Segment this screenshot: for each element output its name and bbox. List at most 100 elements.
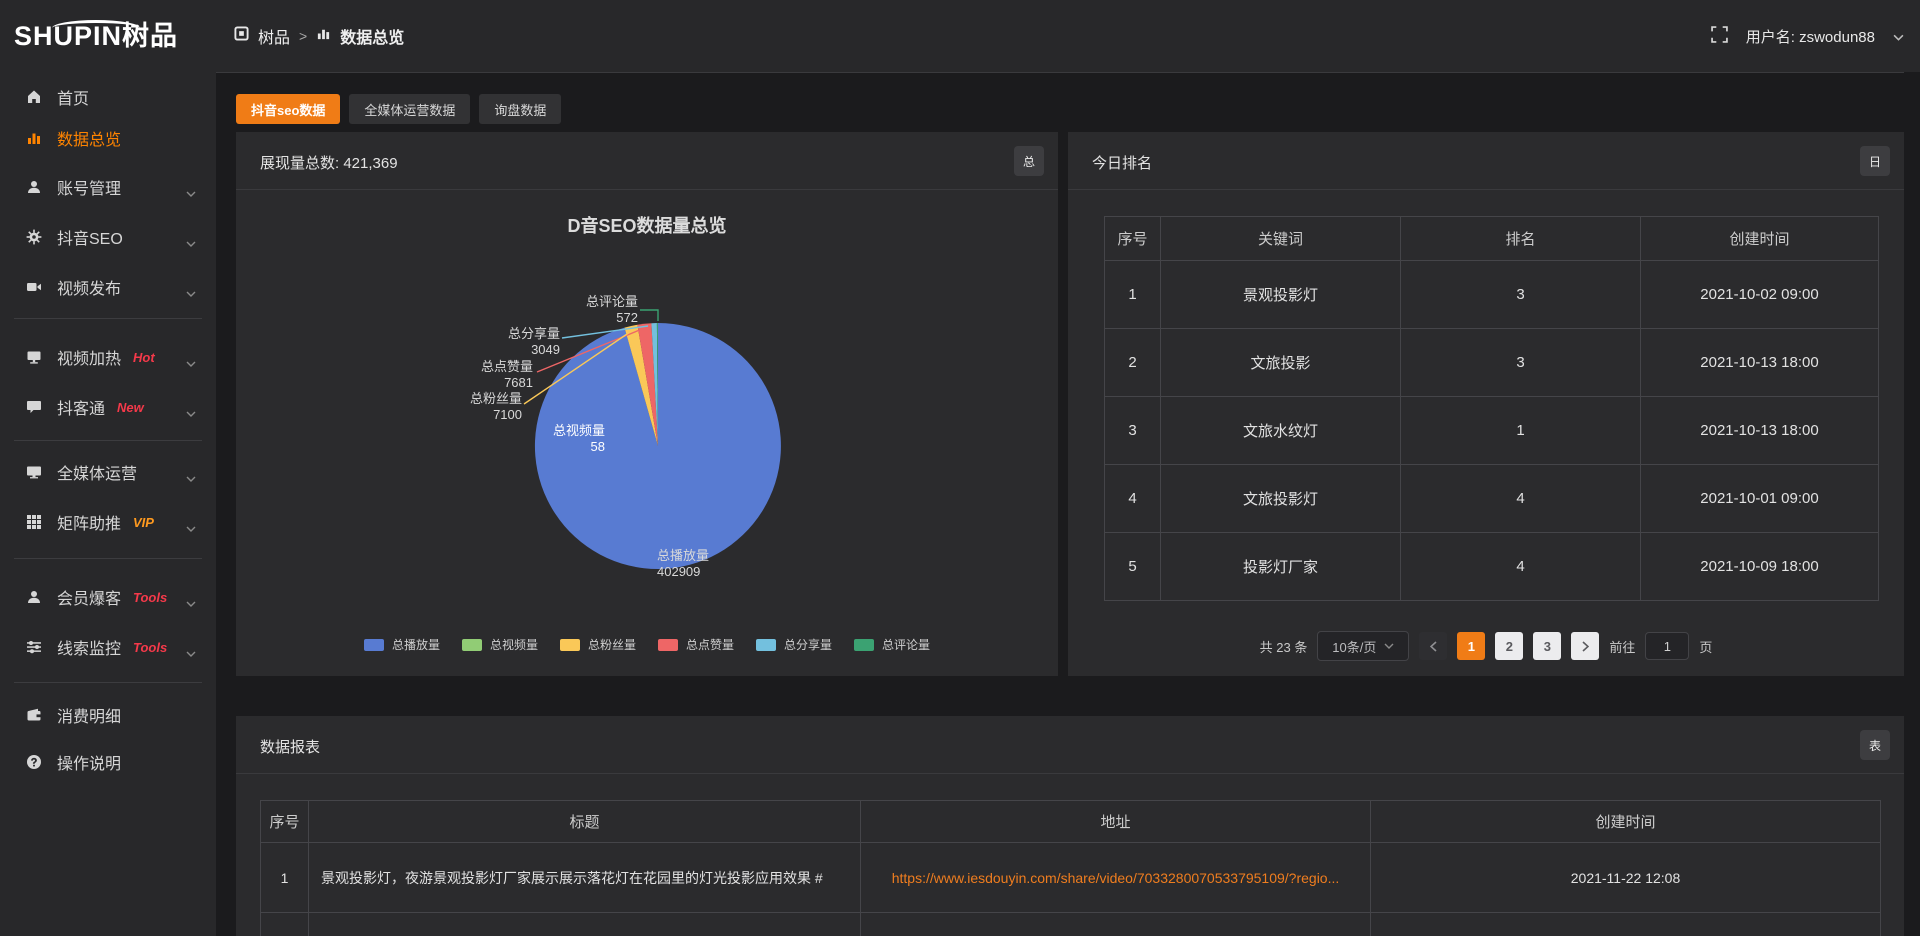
sidebar-item-clue-monitor[interactable]: 线索监控 Tools (0, 630, 216, 664)
grid-icon (26, 514, 42, 530)
table-row: 3 文旅水纹灯 1 2021-10-13 18:00 (1105, 397, 1879, 465)
pie-label-play: 总播放量 402909 (657, 548, 709, 580)
brand-icon (234, 26, 249, 46)
arrow-right-icon (1582, 641, 1589, 652)
header-divider (216, 72, 1904, 73)
chevron-down-icon (186, 644, 196, 662)
pie-label-name: 总播放量 (657, 548, 709, 564)
goto-page-input[interactable] (1645, 632, 1689, 660)
sidebar-item-matrix-boost[interactable]: 矩阵助推 VIP (0, 505, 216, 539)
tab-douyin-seo-data[interactable]: 抖音seo数据 (236, 94, 340, 124)
legend-item-video[interactable]: 总视频量 (462, 636, 538, 653)
username[interactable]: 用户名: zswodun88 (1746, 26, 1875, 47)
rank-table-header-row: 序号 关键词 排名 创建时间 (1105, 217, 1879, 261)
vip-badge: VIP (133, 515, 154, 530)
sidebar-item-help[interactable]: 操作说明 (0, 745, 216, 779)
next-page-button[interactable] (1571, 632, 1599, 660)
sidebar-item-douyin-seo[interactable]: 抖音SEO (0, 220, 216, 254)
bar-chart-icon (26, 130, 42, 146)
sidebar-divider (14, 440, 202, 441)
sidebar-item-label: 抖音SEO (57, 225, 123, 249)
chevron-down-icon (186, 404, 196, 422)
sidebar-item-home[interactable]: 首页 (0, 80, 216, 114)
sidebar-item-douketong[interactable]: 抖客通 New (0, 390, 216, 424)
pie-label-value: 7100 (470, 407, 522, 423)
sidebar-item-label: 线索监控 (57, 635, 121, 659)
legend-label: 总评论量 (882, 636, 930, 653)
cell-rank: 3 (1401, 329, 1641, 397)
goto-unit: 页 (1699, 637, 1712, 656)
chevron-down-icon (186, 469, 196, 487)
member-user-icon (26, 589, 42, 605)
legend-item-comment[interactable]: 总评论量 (854, 636, 930, 653)
table-toggle-button[interactable]: 表 (1860, 730, 1890, 760)
sidebar-item-member[interactable]: 会员爆客 Tools (0, 580, 216, 614)
col-index: 序号 (1105, 217, 1161, 261)
select-chevron-down-icon (1384, 643, 1394, 649)
report-panel-title: 数据报表 (260, 736, 320, 757)
chart-panel-header: 展现量总数: 421,369 总 (236, 132, 1058, 190)
sidebar-item-video-publish[interactable]: 视频发布 (0, 270, 216, 304)
legend-item-play[interactable]: 总播放量 (364, 636, 440, 653)
page-button-1[interactable]: 1 (1457, 632, 1485, 660)
cell-rank: 1 (1401, 397, 1641, 465)
breadcrumb-root[interactable]: 树品 (258, 24, 290, 48)
cell-index: 1 (261, 843, 309, 913)
legend-label: 总点赞量 (686, 636, 734, 653)
sliders-icon (26, 639, 42, 655)
sidebar-item-label: 账号管理 (57, 175, 121, 199)
total-toggle-button[interactable]: 总 (1014, 146, 1044, 176)
pie-label-share: 总分享量 3049 (508, 326, 560, 358)
arrow-left-icon (1430, 641, 1437, 652)
home-icon (26, 89, 42, 105)
prev-page-button[interactable] (1419, 632, 1447, 660)
legend-swatch (364, 639, 384, 651)
col-title: 标题 (309, 801, 861, 843)
legend-item-like[interactable]: 总点赞量 (658, 636, 734, 653)
page-button-2[interactable]: 2 (1495, 632, 1523, 660)
legend-item-fans[interactable]: 总粉丝量 (560, 636, 636, 653)
sidebar-item-data-overview[interactable]: 数据总览 (0, 121, 216, 155)
sidebar-item-account[interactable]: 账号管理 (0, 170, 216, 204)
page-size-select[interactable]: 10条/页 (1317, 631, 1409, 661)
user-icon (26, 179, 42, 195)
report-table: 序号 标题 地址 创建时间 1 景观投影灯，夜游景观投影灯厂家展示展示落花灯在花… (260, 800, 1881, 936)
pie-label-comment: 总评论量 572 (586, 294, 638, 326)
table-row: 5 投影灯厂家 4 2021-10-09 18:00 (1105, 533, 1879, 601)
pie-chart (236, 190, 1058, 676)
sidebar-item-label: 数据总览 (57, 126, 121, 150)
legend-item-share[interactable]: 总分享量 (756, 636, 832, 653)
cell-keyword: 文旅水纹灯 (1161, 397, 1401, 465)
question-icon (26, 754, 42, 770)
cell-rank: 4 (1401, 533, 1641, 601)
sidebar: 首页 数据总览 账号管理 抖音SEO 视频发布 视频加热 Hot (0, 72, 216, 936)
new-badge: New (117, 400, 144, 415)
tools-badge: Tools (133, 590, 167, 605)
day-toggle-button[interactable]: 日 (1860, 146, 1890, 176)
table-row: 1 景观投影灯，夜游景观投影灯厂家展示展示落花灯在花园里的灯光投影应用效果 # … (261, 843, 1881, 913)
sidebar-item-label: 会员爆客 (57, 585, 121, 609)
pie-label-video: 总视频量 58 (553, 423, 605, 455)
page-button-3[interactable]: 3 (1533, 632, 1561, 660)
sidebar-item-video-heat[interactable]: 视频加热 Hot (0, 340, 216, 374)
rank-panel-header: 今日排名 日 (1068, 132, 1904, 190)
sidebar-item-label: 全媒体运营 (57, 460, 137, 484)
chart-legend: 总播放量 总视频量 总粉丝量 总点赞量 总分享量 总评论量 (236, 636, 1058, 653)
cell-created: 2021-10-01 09:00 (1641, 465, 1879, 533)
legend-label: 总粉丝量 (588, 636, 636, 653)
pie-label-name: 总点赞量 (481, 359, 533, 375)
tab-media-operation-data[interactable]: 全媒体运营数据 (349, 94, 470, 124)
video-link[interactable]: https://www.iesdouyin.com/share/video/70… (892, 870, 1340, 886)
tab-inquiry-data[interactable]: 询盘数据 (479, 94, 561, 124)
sidebar-item-media-operation[interactable]: 全媒体运营 (0, 455, 216, 489)
legend-label: 总视频量 (490, 636, 538, 653)
goto-label: 前往 (1609, 637, 1635, 656)
chevron-down-icon (186, 594, 196, 612)
fullscreen-icon[interactable] (1711, 26, 1728, 47)
pie-label-name: 总粉丝量 (470, 391, 522, 407)
report-table-header-row: 序号 标题 地址 创建时间 (261, 801, 1881, 843)
rank-panel-title: 今日排名 (1092, 152, 1152, 173)
sidebar-item-expense-detail[interactable]: 消费明细 (0, 698, 216, 732)
user-chevron-down-icon[interactable] (1893, 28, 1904, 45)
cell-created: 2021-10-09 18:00 (1641, 533, 1879, 601)
